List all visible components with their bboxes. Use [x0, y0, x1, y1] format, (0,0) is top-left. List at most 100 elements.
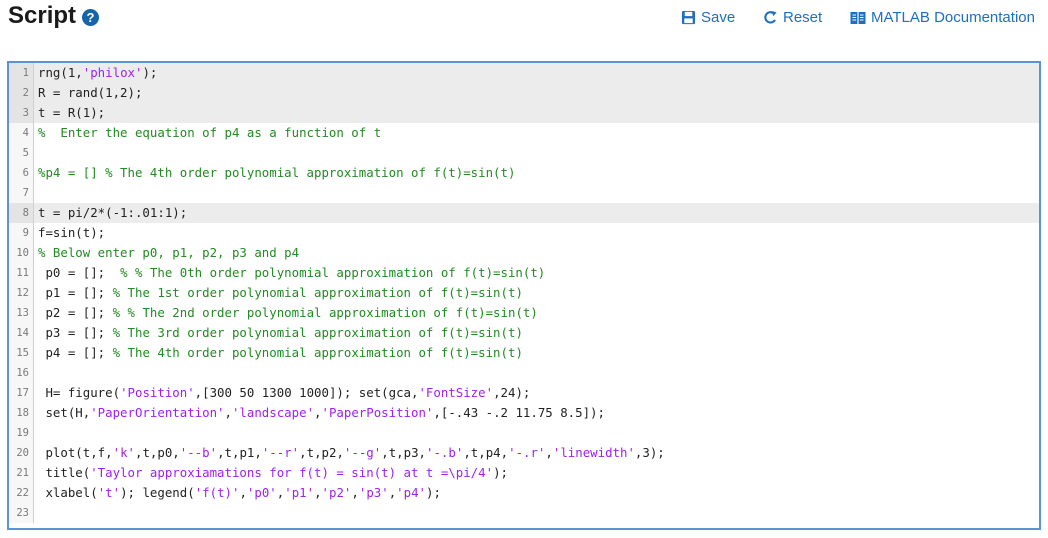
code-line[interactable]: 14 p3 = []; % The 3rd order polynomial a…: [9, 323, 1039, 343]
code-line[interactable]: 18 set(H,'PaperOrientation','landscape',…: [9, 403, 1039, 423]
code-line[interactable]: 23: [9, 503, 1039, 523]
line-number: 4: [9, 123, 34, 143]
code-text: p1 = []; % The 1st order polynomial appr…: [34, 283, 522, 303]
save-icon: [681, 10, 696, 25]
string-token: '-.b': [426, 445, 464, 460]
code-line[interactable]: 9 f=sin(t);: [9, 223, 1039, 243]
line-number: 19: [9, 423, 34, 443]
code-line[interactable]: 4 % Enter the equation of p4 as a functio…: [9, 123, 1039, 143]
line-number: 11: [9, 263, 34, 283]
code-token: ,t,p4,: [463, 445, 509, 460]
save-label: Save: [701, 9, 736, 26]
code-line[interactable]: 19: [9, 423, 1039, 443]
matlab-documentation-link[interactable]: MATLAB Documentation: [850, 9, 1035, 26]
string-token: 'p1': [284, 485, 315, 500]
code-editor[interactable]: 1 rng(1,'philox'); 2 R = rand(1,2); 3 t = R(1…: [7, 61, 1041, 530]
code-token: p4 = [];: [38, 345, 113, 360]
code-line[interactable]: 11 p0 = []; % % The 0th order polynomial…: [9, 263, 1039, 283]
code-text: t = pi/2*(-1:.01:1);: [34, 203, 187, 223]
comment-token: %p4 = [] % The 4th order polynomial appr…: [38, 165, 516, 180]
line-number: 20: [9, 443, 34, 463]
code-token: );: [426, 485, 441, 500]
code-token: set(H,: [38, 405, 91, 420]
line-number: 2: [9, 83, 34, 103]
code-token: t = R(1);: [38, 105, 106, 120]
code-text: % Enter the equation of p4 as a function…: [34, 123, 381, 143]
code-token: ,t,p3,: [381, 445, 426, 460]
code-line[interactable]: 5: [9, 143, 1039, 163]
code-token: ,[300 50 1300 1000]); set(gca,: [194, 385, 419, 400]
code-token: );: [493, 465, 508, 480]
code-token: ,: [224, 405, 232, 420]
book-icon: [850, 11, 866, 24]
code-token: ,: [239, 485, 247, 500]
code-line[interactable]: 6 %p4 = [] % The 4th order polynomial app…: [9, 163, 1039, 183]
page-title: Script: [8, 2, 77, 29]
reset-button[interactable]: Reset: [763, 9, 822, 26]
code-text: t = R(1);: [34, 103, 105, 123]
string-token: 'Position': [120, 385, 195, 400]
comment-token: % The 4th order polynomial approximation…: [112, 345, 523, 360]
string-token: 'Taylor approxiamations for f(t) = sin(t…: [90, 465, 494, 480]
code-line[interactable]: 1 rng(1,'philox');: [9, 63, 1039, 83]
code-line[interactable]: 17 H= figure('Position',[300 50 1300 100…: [9, 383, 1039, 403]
code-token: t = pi/2*(-1:.01:1);: [38, 205, 188, 220]
code-line[interactable]: 8 t = pi/2*(-1:.01:1);: [9, 203, 1039, 223]
code-token: p1 = [];: [38, 285, 113, 300]
line-number: 16: [9, 363, 34, 383]
code-token: ,: [545, 445, 553, 460]
code-token: ,3);: [634, 445, 665, 460]
code-line[interactable]: 22 xlabel('t'); legend('f(t)','p0','p1',…: [9, 483, 1039, 503]
code-line[interactable]: 20 plot(t,f,'k',t,p0,'--b',t,p1,'--r',t,…: [9, 443, 1039, 463]
string-token: 'PaperPosition': [321, 405, 434, 420]
string-token: 'p2': [321, 485, 352, 500]
comment-token: % % The 0th order polynomial approximati…: [120, 265, 546, 280]
string-token: 'landscape': [231, 405, 315, 420]
code-line[interactable]: 12 p1 = []; % The 1st order polynomial a…: [9, 283, 1039, 303]
code-text: title('Taylor approxiamations for f(t) =…: [34, 463, 508, 483]
code-line[interactable]: 7: [9, 183, 1039, 203]
code-token: xlabel(: [38, 485, 98, 500]
line-number: 10: [9, 243, 34, 263]
code-line[interactable]: 3 t = R(1);: [9, 103, 1039, 123]
code-token: plot(t,f,: [38, 445, 113, 460]
code-token: ,t,p0,: [135, 445, 180, 460]
code-line[interactable]: 21 title('Taylor approxiamations for f(t…: [9, 463, 1039, 483]
code-text: rng(1,'philox');: [34, 63, 157, 83]
code-text: R = rand(1,2);: [34, 83, 142, 103]
code-token: rng(1,: [38, 65, 83, 80]
code-token: ); legend(: [120, 485, 195, 500]
code-line[interactable]: 2 R = rand(1,2);: [9, 83, 1039, 103]
code-token: ,: [314, 485, 322, 500]
comment-token: % Enter the equation of p4 as a function…: [38, 125, 382, 140]
code-text: % Below enter p0, p1, p2, p3 and p4: [34, 243, 299, 263]
line-number: 3: [9, 103, 34, 123]
code-line[interactable]: 13 p2 = []; % % The 2nd order polynomial…: [9, 303, 1039, 323]
code-text: set(H,'PaperOrientation','landscape','Pa…: [34, 403, 605, 423]
line-number: 15: [9, 343, 34, 363]
code-token: p0 = [];: [38, 265, 121, 280]
code-line[interactable]: 15 p4 = []; % The 4th order polynomial a…: [9, 343, 1039, 363]
code-text: xlabel('t'); legend('f(t)','p0','p1','p2…: [34, 483, 441, 503]
line-number: 8: [9, 203, 34, 223]
line-number: 17: [9, 383, 34, 403]
comment-token: % % The 2nd order polynomial approximati…: [112, 305, 538, 320]
comment-token: % Below enter p0, p1, p2, p3 and p4: [38, 245, 300, 260]
code-text: p2 = []; % % The 2nd order polynomial ap…: [34, 303, 538, 323]
code-token: f=sin(t);: [38, 225, 106, 240]
string-token: 't': [97, 485, 121, 500]
line-number: 14: [9, 323, 34, 343]
code-line[interactable]: 10 % Below enter p0, p1, p2, p3 and p4: [9, 243, 1039, 263]
code-token: ,: [351, 485, 359, 500]
string-token: '--r': [261, 445, 300, 460]
code-line[interactable]: 16: [9, 363, 1039, 383]
save-button[interactable]: Save: [681, 9, 735, 26]
code-text: H= figure('Position',[300 50 1300 1000])…: [34, 383, 530, 403]
comment-token: % The 3rd order polynomial approximation…: [112, 325, 523, 340]
reset-label: Reset: [783, 9, 823, 26]
help-icon[interactable]: ?: [82, 8, 100, 26]
line-number: 18: [9, 403, 34, 423]
line-number: 1: [9, 63, 34, 83]
